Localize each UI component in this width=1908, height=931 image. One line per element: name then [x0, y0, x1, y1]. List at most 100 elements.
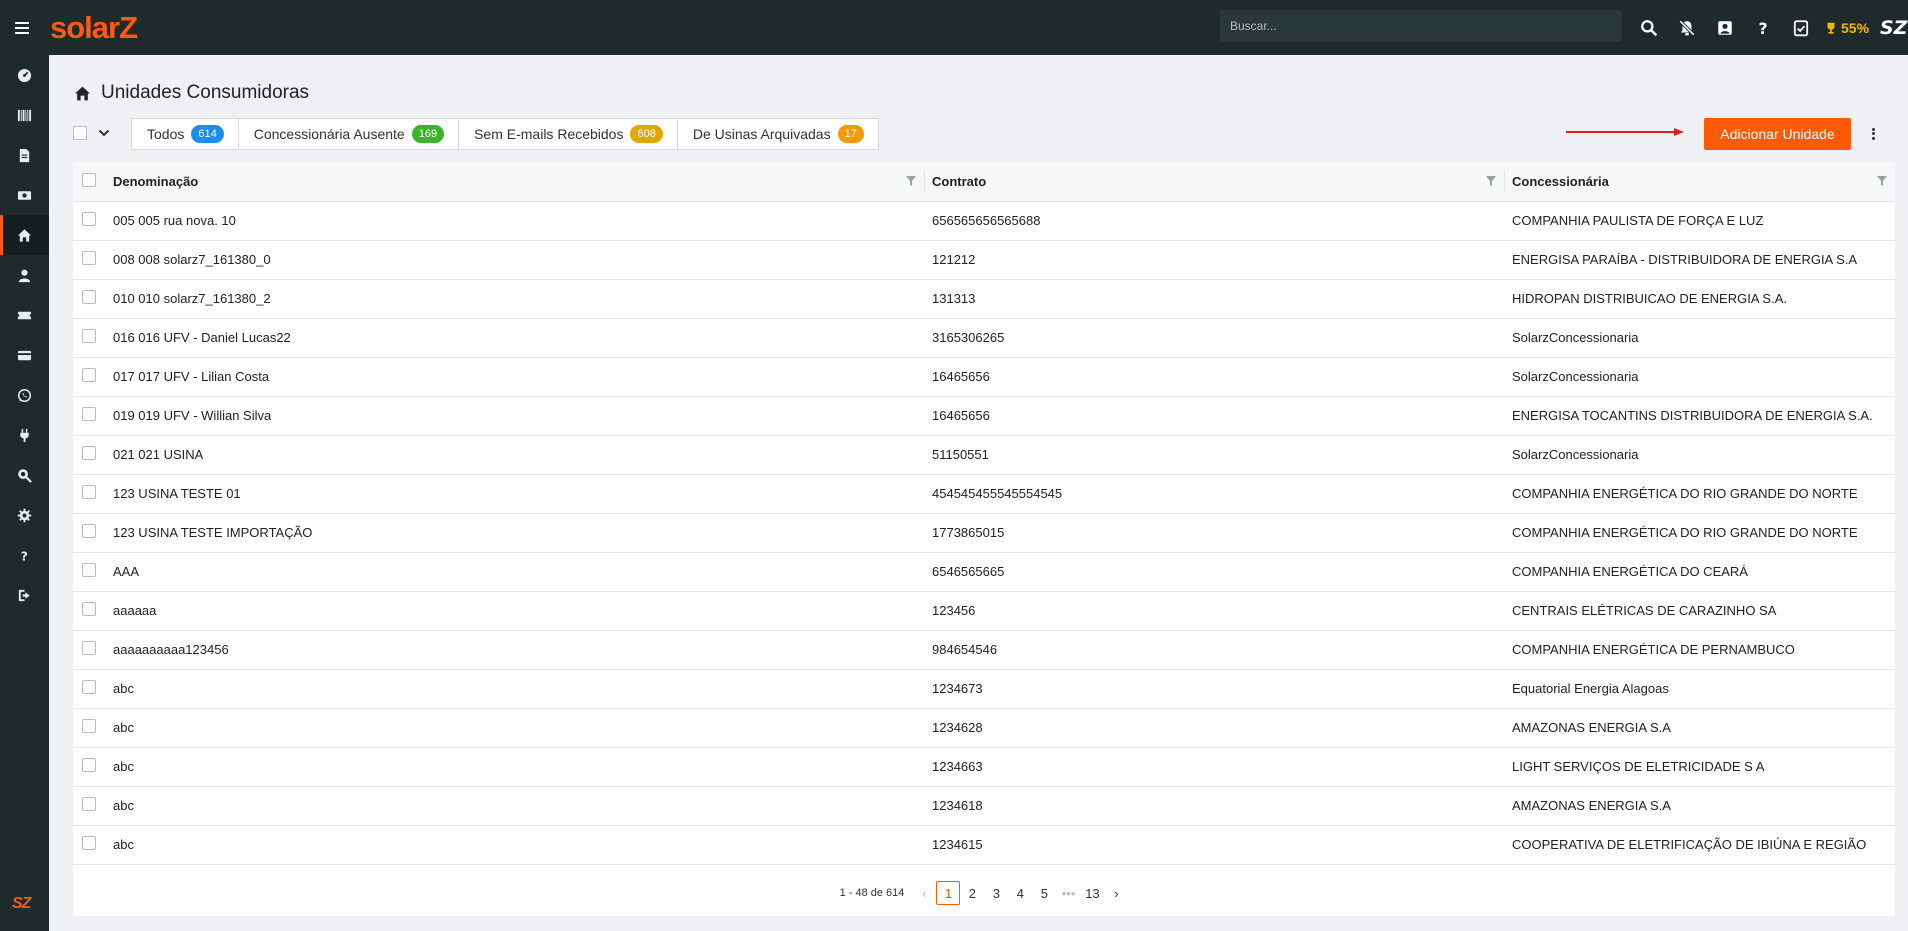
page-button[interactable]: 4: [1008, 881, 1032, 905]
sidebar-item-settings[interactable]: [0, 495, 49, 535]
checklist-icon[interactable]: [1782, 0, 1820, 55]
cell-denominacao[interactable]: 123 USINA TESTE 01: [113, 474, 924, 514]
table-row[interactable]: aaaaaa 123456 CENTRAIS ELÉTRICAS DE CARAZI…: [73, 591, 1895, 631]
sidebar-item-finance[interactable]: [0, 175, 49, 215]
tab-sem-emails-recebidos[interactable]: Sem E-mails Recebidos 608: [459, 119, 678, 149]
row-checkbox[interactable]: [82, 563, 96, 577]
cell-denominacao[interactable]: abc: [113, 708, 924, 748]
filter-icon[interactable]: [1486, 176, 1496, 186]
sidebar-item-logout[interactable]: [0, 575, 49, 615]
row-checkbox[interactable]: [82, 602, 96, 616]
menu-icon[interactable]: [0, 0, 44, 55]
page-button[interactable]: 13: [1080, 881, 1104, 905]
cell-denominacao[interactable]: abc: [113, 747, 924, 787]
help-icon[interactable]: ?: [1744, 0, 1782, 55]
row-checkbox[interactable]: [82, 641, 96, 655]
sidebar-item-tickets[interactable]: [0, 295, 49, 335]
sidebar-item-help[interactable]: ?: [0, 535, 49, 575]
user-avatar[interactable]: SZ: [1878, 12, 1908, 42]
page-button[interactable]: 5: [1032, 881, 1056, 905]
row-checkbox[interactable]: [82, 446, 96, 460]
table-row[interactable]: 008 008 solarz7_161380_0 121212 ENERGISA P…: [73, 240, 1895, 280]
cell-denominacao[interactable]: abc: [113, 825, 924, 865]
sidebar-item-documents[interactable]: [0, 135, 49, 175]
cell-denominacao[interactable]: 008 008 solarz7_161380_0: [113, 240, 924, 280]
page-button[interactable]: 3: [984, 881, 1008, 905]
row-checkbox[interactable]: [82, 719, 96, 733]
filter-icon[interactable]: [1877, 176, 1887, 186]
sidebar-item-search[interactable]: [0, 455, 49, 495]
table-row[interactable]: 005 005 rua nova. 10 656565656565688 COMPA…: [73, 201, 1895, 241]
cell-denominacao[interactable]: 019 019 UFV - Willian Silva: [113, 396, 924, 436]
progress-indicator[interactable]: 55%: [1824, 20, 1869, 36]
cell-denominacao[interactable]: aaaaaaaaaa123456: [113, 630, 924, 670]
table-row[interactable]: abc 1234663 LIGHT SERVIÇOS DE ELETRICIDADE…: [73, 747, 1895, 787]
notifications-off-icon[interactable]: [1668, 0, 1706, 55]
header-checkbox[interactable]: [82, 172, 96, 187]
sidebar-item-dashboard[interactable]: [0, 55, 49, 95]
table-row[interactable]: 019 019 UFV - Willian Silva 16465656 ENERG…: [73, 396, 1895, 436]
row-checkbox[interactable]: [82, 290, 96, 304]
row-checkbox[interactable]: [82, 329, 96, 343]
table-row[interactable]: 010 010 solarz7_161380_2 131313 HIDROPAN D…: [73, 279, 1895, 319]
row-checkbox[interactable]: [82, 680, 96, 694]
cell-denominacao[interactable]: 010 010 solarz7_161380_2: [113, 279, 924, 319]
search-input[interactable]: [1230, 19, 1622, 33]
table-row[interactable]: aaaaaaaaaa123456 984654546 COMPANHIA ENERG…: [73, 630, 1895, 670]
sidebar-item-whatsapp[interactable]: [0, 375, 49, 415]
sidebar-item-payments[interactable]: [0, 335, 49, 375]
brand-logo[interactable]: solarZ: [50, 10, 138, 46]
tab-de-usinas-arquivadas[interactable]: De Usinas Arquivadas 17: [678, 119, 878, 149]
next-page-icon[interactable]: ›: [1104, 881, 1128, 905]
page-button[interactable]: 1: [936, 881, 961, 905]
table-row[interactable]: abc 1234618 AMAZONAS ENERGIA S.A: [73, 786, 1895, 826]
tab-concessionaria-ausente[interactable]: Concessionária Ausente 169: [239, 119, 460, 149]
pagination-ellipsis[interactable]: •••: [1056, 881, 1080, 905]
column-header-concessionaria[interactable]: Concessionária: [1504, 162, 1895, 202]
row-checkbox[interactable]: [82, 368, 96, 382]
chevron-down-icon[interactable]: [97, 126, 111, 140]
sidebar-item-integrations[interactable]: [0, 415, 49, 455]
user-badge-icon[interactable]: [1706, 0, 1744, 55]
column-header-contrato[interactable]: Contrato: [924, 162, 1504, 202]
cell-denominacao[interactable]: 005 005 rua nova. 10: [113, 201, 924, 241]
prev-page-icon[interactable]: ‹: [912, 881, 936, 905]
table-row[interactable]: abc 1234628 AMAZONAS ENERGIA S.A: [73, 708, 1895, 748]
table-row[interactable]: 017 017 UFV - Lilian Costa 16465656 Solarz…: [73, 357, 1895, 397]
page-button[interactable]: 2: [960, 881, 984, 905]
cell-denominacao[interactable]: 123 USINA TESTE IMPORTAÇÃO: [113, 513, 924, 553]
row-checkbox[interactable]: [82, 524, 96, 538]
table-row[interactable]: abc 1234615 COOPERATIVA DE ELETRIFICAÇÃO D…: [73, 825, 1895, 865]
search-icon[interactable]: [1630, 0, 1668, 55]
table-row[interactable]: 021 021 USINA 51150551 SolarzConcessionari…: [73, 435, 1895, 475]
sidebar-item-home[interactable]: [0, 215, 49, 255]
cell-denominacao[interactable]: AAA: [113, 552, 924, 592]
filter-icon[interactable]: [906, 176, 916, 186]
cell-denominacao[interactable]: abc: [113, 786, 924, 826]
table-row[interactable]: 016 016 UFV - Daniel Lucas22 3165306265 So…: [73, 318, 1895, 358]
sidebar-item-users[interactable]: [0, 255, 49, 295]
table-row[interactable]: abc 1234673 Equatorial Energia Alagoas: [73, 669, 1895, 709]
column-header-denominacao[interactable]: Denominação: [113, 162, 924, 202]
row-checkbox[interactable]: [82, 251, 96, 265]
more-options-icon[interactable]: [1866, 124, 1880, 144]
table-row[interactable]: 123 USINA TESTE IMPORTAÇÃO 1773865015 COMP…: [73, 513, 1895, 553]
cell-denominacao[interactable]: 016 016 UFV - Daniel Lucas22: [113, 318, 924, 358]
tab-todos[interactable]: Todos 614: [132, 119, 239, 149]
cell-denominacao[interactable]: 021 021 USINA: [113, 435, 924, 475]
add-unit-button[interactable]: Adicionar Unidade: [1704, 118, 1851, 150]
table-row[interactable]: 123 USINA TESTE 01 454545455545554545 COMP…: [73, 474, 1895, 514]
row-checkbox[interactable]: [82, 797, 96, 811]
select-all-checkbox[interactable]: [73, 126, 87, 140]
cell-denominacao[interactable]: aaaaaa: [113, 591, 924, 631]
sidebar-item-barcode[interactable]: [0, 95, 49, 135]
row-checkbox[interactable]: [82, 758, 96, 772]
table-row[interactable]: AAA 6546565665 COMPANHIA ENERGÉTICA DO CEA…: [73, 552, 1895, 592]
row-checkbox[interactable]: [82, 836, 96, 850]
cell-denominacao[interactable]: abc: [113, 669, 924, 709]
cell-denominacao[interactable]: 017 017 UFV - Lilian Costa: [113, 357, 924, 397]
row-checkbox[interactable]: [82, 407, 96, 421]
row-checkbox[interactable]: [82, 212, 96, 226]
row-checkbox[interactable]: [82, 485, 96, 499]
search-box[interactable]: [1220, 10, 1622, 42]
